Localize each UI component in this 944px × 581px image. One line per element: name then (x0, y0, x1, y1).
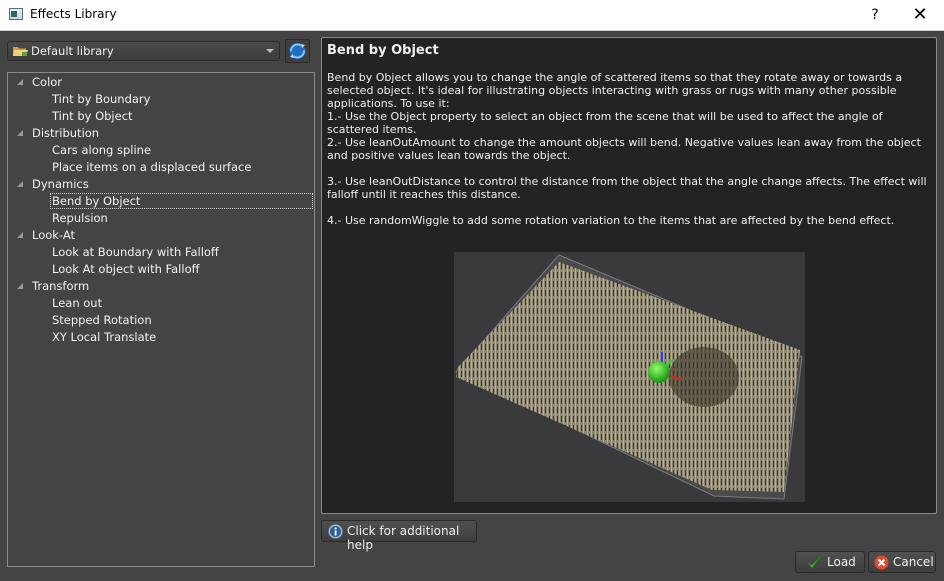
effect-title: Bend by Object (327, 43, 439, 58)
effects-tree[interactable]: Color Tint by Boundary Tint by Object Di… (7, 72, 315, 567)
item-label: Bend by Object (52, 194, 141, 208)
item-label: Cars along spline (52, 143, 152, 157)
category-label: Transform (32, 279, 90, 293)
expand-arrow-icon[interactable] (17, 232, 23, 238)
description-step-1: 1.- Use the Object property to select an… (327, 110, 883, 136)
tree-item-bend-by-object[interactable]: Bend by Object (8, 193, 314, 210)
info-icon (328, 524, 343, 539)
tree-category-distribution[interactable]: Distribution (8, 125, 314, 142)
expand-arrow-icon[interactable] (17, 79, 23, 85)
tree-item-tint-by-boundary[interactable]: Tint by Boundary (8, 91, 314, 108)
preview-image (454, 252, 805, 502)
library-dropdown[interactable]: Default library (7, 41, 280, 61)
window-title: Effects Library (30, 7, 117, 21)
checkmark-icon (807, 555, 822, 569)
tree-item-look-at-object[interactable]: Look At object with Falloff (8, 261, 314, 278)
item-label: Repulsion (52, 211, 108, 225)
expand-arrow-icon[interactable] (17, 181, 23, 187)
description-step-2: 2.- Use leanOutAmount to change the amou… (327, 136, 921, 162)
title-bar: Effects Library ? ✕ (0, 0, 944, 31)
description-panel: Bend by Object Bend by Object allows you… (321, 37, 937, 514)
description-step-4: 4.- Use randomWiggle to add some rotatio… (327, 214, 895, 227)
chevron-down-icon (266, 49, 274, 53)
description-step-3: 3.- Use leanOutDistance to control the d… (327, 175, 927, 201)
additional-help-label: Click for additional help (347, 524, 460, 552)
description-intro: Bend by Object allows you to change the … (327, 71, 903, 110)
item-label: Place items on a displaced surface (52, 160, 252, 174)
tree-item-lean-out[interactable]: Lean out (8, 295, 314, 312)
tree-category-dynamics[interactable]: Dynamics (8, 176, 314, 193)
refresh-button[interactable] (285, 39, 310, 63)
app-icon (9, 8, 23, 20)
tree-item-look-at-boundary[interactable]: Look at Boundary with Falloff (8, 244, 314, 261)
item-label: Lean out (52, 296, 103, 310)
expand-arrow-icon[interactable] (17, 130, 23, 136)
item-label: Look at Boundary with Falloff (52, 245, 219, 259)
item-label: Tint by Boundary (52, 92, 151, 106)
additional-help-button[interactable]: Click for additional help (321, 520, 477, 552)
item-label: XY Local Translate (52, 330, 157, 344)
library-selected: Default library (31, 44, 114, 58)
item-label: Look At object with Falloff (52, 262, 200, 276)
tree-item-cars-along-spline[interactable]: Cars along spline (8, 142, 314, 159)
load-label: Load (827, 555, 856, 569)
tree-item-tint-by-object[interactable]: Tint by Object (8, 108, 314, 125)
tree-item-repulsion[interactable]: Repulsion (8, 210, 314, 227)
load-button[interactable]: Load (795, 551, 865, 573)
tree-item-xy-local-translate[interactable]: XY Local Translate (8, 329, 314, 346)
item-label: Tint by Object (52, 109, 133, 123)
category-label: Dynamics (32, 177, 89, 191)
category-label: Color (32, 75, 63, 89)
tree-category-look-at[interactable]: Look-At (8, 227, 314, 244)
category-label: Look-At (32, 228, 76, 242)
tree-item-place-items-displaced[interactable]: Place items on a displaced surface (8, 159, 314, 176)
folder-icon (13, 47, 28, 56)
tree-item-stepped-rotation[interactable]: Stepped Rotation (8, 312, 314, 329)
close-button[interactable]: ✕ (904, 2, 936, 28)
cancel-button[interactable]: Cancel (868, 551, 936, 573)
tree-category-transform[interactable]: Transform (8, 278, 314, 295)
item-label: Stepped Rotation (52, 313, 152, 327)
cancel-x-icon (874, 555, 889, 570)
cancel-label: Cancel (893, 555, 934, 569)
help-button[interactable]: ? (862, 4, 888, 26)
category-label: Distribution (32, 126, 100, 140)
expand-arrow-icon[interactable] (17, 283, 23, 289)
refresh-icon (289, 43, 306, 59)
tree-category-color[interactable]: Color (8, 74, 314, 91)
